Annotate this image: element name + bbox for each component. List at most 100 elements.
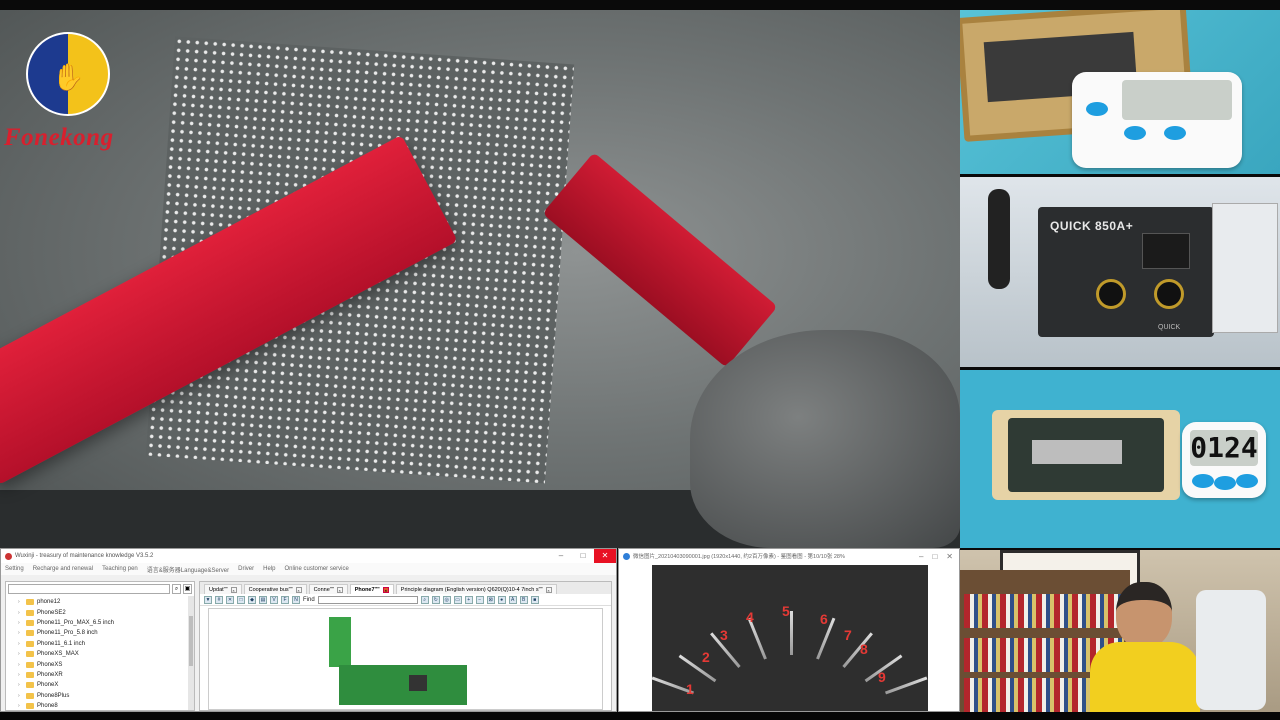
pin-icon[interactable]: ▼ [204,595,212,604]
menu-recharge[interactable]: Recharge and renewal [33,566,93,572]
close-tab-icon[interactable]: × [336,586,343,593]
expand-arrow-icon[interactable]: › [18,641,23,647]
tree-item-phone8[interactable]: › Phone8 [18,701,194,711]
search-icon[interactable]: ⌕ [420,595,429,604]
software-titlebar[interactable]: Wuxinji - treasury of maintenance knowle… [1,549,616,563]
n-icon[interactable]: N [292,595,300,604]
blade-label-3: 3 [720,627,728,643]
minimize-icon[interactable]: – [550,549,572,563]
cross-icon[interactable]: ✕ [226,595,234,604]
board-canvas[interactable] [208,608,603,710]
software-menubar: Setting Recharge and renewal Teaching pe… [1,563,616,575]
close-tab-icon[interactable]: × [382,586,389,593]
tree-item-phone11-pro-max[interactable]: › Phone11_Pro_MAX_6.5 inch [18,618,194,628]
camera-rework-station: QUICK 850A+ QUICK [960,177,1280,367]
tree-item-phonexs-max[interactable]: › PhoneXS_MAX [18,649,194,659]
expand-arrow-icon[interactable]: › [18,662,23,668]
search-icon[interactable]: ⌕ [172,584,181,594]
tree-scrollbar[interactable] [188,596,194,710]
tab-principle-diagram[interactable]: Principle diagram (English version) Q620… [395,584,557,594]
scrollbar-thumb[interactable] [189,616,193,666]
grid-icon[interactable]: # [215,595,223,604]
maximize-icon[interactable]: □ [932,552,937,561]
timer-display [1122,80,1232,120]
square-icon[interactable]: □ [237,595,245,604]
expand-arrow-icon[interactable]: › [18,682,23,688]
tree-item-phonexr[interactable]: › PhoneXR [18,670,194,680]
camera-hot-plate [960,10,1280,174]
folder-icon [26,651,34,658]
zoom-fit-icon[interactable]: ◎ [442,595,451,604]
expand-arrow-icon[interactable]: › [18,630,23,636]
close-tab-icon[interactable]: × [545,586,552,593]
find-input[interactable] [317,595,418,604]
tree-item-phonese2[interactable]: › PhoneSE2 [18,607,194,617]
close-tab-icon[interactable]: × [295,586,302,593]
shield-icon[interactable]: ◆ [248,595,256,604]
tab-cooperative-business[interactable]: Cooperative bus"" × [243,584,307,594]
maximize-icon[interactable]: □ [572,549,594,563]
expand-arrow-icon[interactable]: › [18,693,23,699]
pcb-upper-section [329,617,351,667]
timer-button-icon [1214,476,1236,490]
expand-arrow-icon[interactable]: › [18,703,23,709]
tree-item-phonex[interactable]: › PhoneX [18,680,194,690]
bold-icon[interactable]: B [519,595,528,604]
hide-icon[interactable]: ▤ [259,595,267,604]
tree-item-label: PhoneXS [37,661,63,668]
minimize-icon[interactable]: – [919,552,923,561]
flip-icon[interactable]: F [281,595,289,604]
fixture-bed [1008,418,1164,492]
technician [1090,582,1200,712]
close-icon[interactable]: ✕ [594,549,616,563]
tree-item-phone11-pro[interactable]: › Phone11_Pro_5.8 inch [18,628,194,638]
tab-connect[interactable]: Conne"" × [308,584,348,594]
viewer-titlebar[interactable]: 微信图片_20210403090001.jpg (1920x1440, 约2百万… [619,549,959,563]
color-icon[interactable]: ● [497,595,506,604]
station-bottom-label: QUICK [1158,324,1181,331]
rotate-icon[interactable]: ↻ [431,595,440,604]
v-icon[interactable]: V [270,595,278,604]
expand-arrow-icon[interactable]: › [18,620,23,626]
tab-phone7[interactable]: Phone7"" × [349,584,394,594]
tree-item-label: Phone8 [37,703,58,710]
dark-mode-icon[interactable]: ■ [530,595,539,604]
menu-language[interactable]: 语言&服务器Language&Server [147,565,229,574]
window-controls: – □ ✕ [550,549,616,563]
filter-icon[interactable]: ▣ [183,584,192,594]
tree-item-phone11[interactable]: › Phone11_6.1 inch [18,639,194,649]
menu-teaching-pen[interactable]: Teaching pen [102,566,138,572]
timer-button-icon [1164,126,1186,140]
tree-item-phonexs[interactable]: › PhoneXS [18,659,194,669]
hot-air-gun [988,189,1010,289]
app-icon [5,552,12,560]
expand-arrow-icon[interactable]: › [18,599,23,605]
tab-update[interactable]: Updat"" × [204,584,242,594]
menu-driver[interactable]: Driver [238,566,254,572]
red-tool-right [542,152,778,368]
window-icon[interactable]: ▭ [453,595,462,604]
timer-button-icon [1124,126,1146,140]
zoom-in-icon[interactable]: + [464,595,473,604]
blade-label-2: 2 [702,649,710,665]
close-icon[interactable]: ✕ [946,552,953,561]
close-view-icon[interactable]: ⊠ [486,595,495,604]
expand-arrow-icon[interactable]: › [18,672,23,678]
tree-item-phone12[interactable]: › phone12 [18,597,194,607]
close-tab-icon[interactable]: × [230,586,237,593]
schematic-software-window: Wuxinji - treasury of maintenance knowle… [0,548,617,712]
tree-item-phone8plus[interactable]: › Phone8Plus [18,691,194,701]
menu-setting[interactable]: Setting [5,566,24,572]
blade-photo[interactable]: 1 2 3 4 5 6 7 8 9 [651,565,928,711]
tab-label: Phone7"" [354,586,380,593]
zoom-out-icon[interactable]: − [475,595,484,604]
expand-arrow-icon[interactable]: › [18,651,23,657]
folder-icon [26,640,34,647]
text-size-icon[interactable]: A [508,595,517,604]
expand-arrow-icon[interactable]: › [18,610,23,616]
menu-online-service[interactable]: Online customer service [284,566,348,572]
tab-label: Updat"" [209,586,228,593]
gloved-finger [690,330,960,548]
menu-help[interactable]: Help [263,566,275,572]
tree-search-input[interactable] [8,584,170,594]
